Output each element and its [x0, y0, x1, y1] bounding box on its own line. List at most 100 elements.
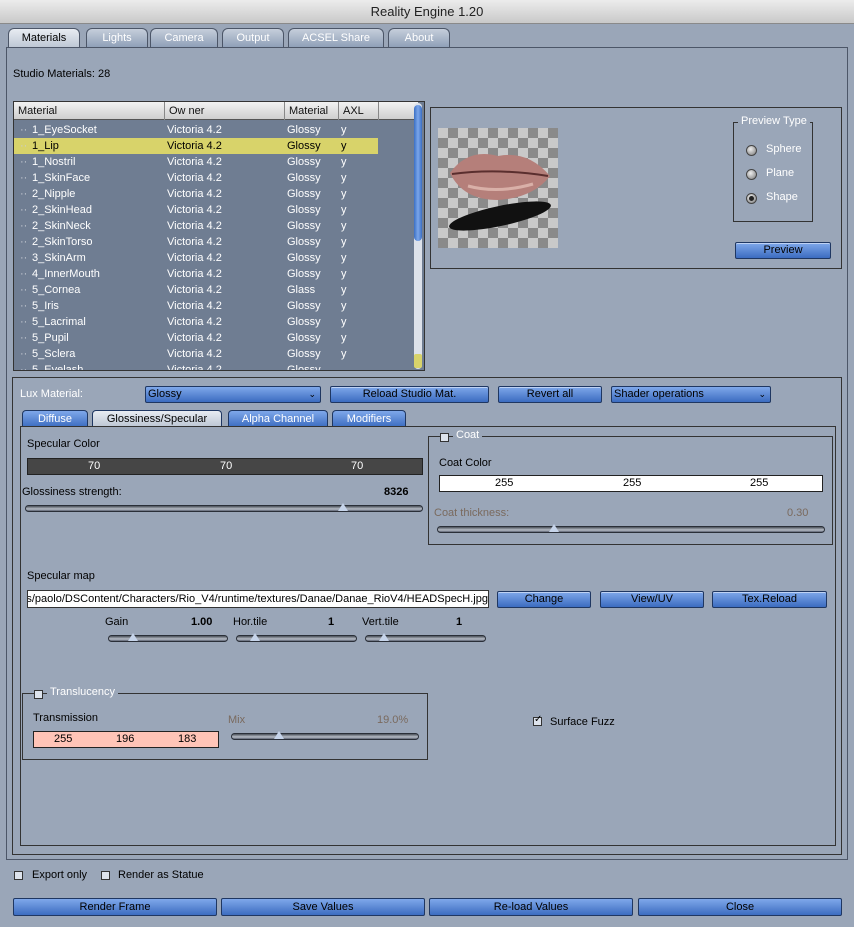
- slider-knob[interactable]: [337, 503, 348, 511]
- transmission-color-field[interactable]: 255 196 183: [33, 731, 219, 748]
- scroll-thumb[interactable]: [414, 105, 422, 241]
- vert-tile-slider[interactable]: [365, 633, 486, 642]
- coat-label: Coat: [453, 429, 483, 441]
- specular-color-field[interactable]: 70 70 70: [27, 458, 423, 475]
- slider-knob[interactable]: [273, 731, 284, 739]
- specular-g: 70: [220, 460, 233, 472]
- cell-axl: y: [341, 252, 347, 264]
- scroll-down-arrow[interactable]: [414, 354, 422, 368]
- subtab-alpha-channel[interactable]: Alpha Channel: [228, 410, 328, 427]
- tab-lights[interactable]: Lights: [86, 28, 148, 47]
- tree-connector: ··: [20, 156, 28, 168]
- transmission-g: 196: [116, 733, 135, 745]
- table-row[interactable]: ·· 1_SkinFace Victoria 4.2 Glossy y: [14, 170, 378, 186]
- cell-owner: Victoria 4.2: [167, 268, 222, 280]
- table-row[interactable]: ·· 1_Lip Victoria 4.2 Glossy y: [14, 138, 378, 154]
- close-button[interactable]: Close: [638, 898, 842, 916]
- specular-map-path[interactable]: ers/paolo/DSContent/Characters/Rio_V4/ru…: [27, 590, 489, 608]
- table-row[interactable]: ·· 5_Sclera Victoria 4.2 Glossy y: [14, 346, 378, 362]
- cell-type: Glossy: [287, 220, 321, 232]
- col-material-type[interactable]: Material: [285, 102, 339, 120]
- table-row[interactable]: ·· 1_EyeSocket Victoria 4.2 Glossy y: [14, 122, 378, 138]
- coat-thickness-slider[interactable]: [437, 524, 825, 533]
- cell-name: 5_Cornea: [32, 284, 81, 296]
- mix-value: 19.0%: [377, 714, 409, 726]
- tree-connector: ··: [20, 188, 28, 200]
- table-row[interactable]: ·· 5_Cornea Victoria 4.2 Glass y: [14, 282, 378, 298]
- preview-button[interactable]: Preview: [735, 242, 831, 259]
- table-row[interactable]: ·· 3_SkinArm Victoria 4.2 Glossy y: [14, 250, 378, 266]
- coat-g: 255: [623, 477, 642, 489]
- radio-plane[interactable]: [746, 169, 757, 180]
- gain-slider[interactable]: [108, 633, 228, 642]
- render-frame-button[interactable]: Render Frame: [13, 898, 217, 916]
- coat-color-field[interactable]: 255 255 255: [439, 475, 823, 492]
- hor-tile-slider[interactable]: [236, 633, 357, 642]
- table-row[interactable]: ·· 5_Eyelash Victoria 4.2 Glossy: [14, 362, 378, 371]
- cell-axl: y: [341, 124, 347, 136]
- col-material[interactable]: Material: [14, 102, 165, 120]
- window-title: Reality Engine 1.20: [0, 0, 854, 24]
- mix-slider[interactable]: [231, 731, 419, 740]
- radio-shape[interactable]: [746, 193, 757, 204]
- table-row[interactable]: ·· 1_Nostril Victoria 4.2 Glossy y: [14, 154, 378, 170]
- cell-owner: Victoria 4.2: [167, 220, 222, 232]
- export-only-label: Export only: [32, 869, 88, 881]
- translucency-checkbox[interactable]: [34, 690, 43, 699]
- slider-knob[interactable]: [249, 633, 260, 641]
- tab-output[interactable]: Output: [222, 28, 284, 47]
- table-row[interactable]: ·· 2_SkinTorso Victoria 4.2 Glossy y: [14, 234, 378, 250]
- specular-map-label: Specular map: [27, 570, 95, 582]
- cell-name: 5_Eyelash: [32, 364, 84, 371]
- cell-type: Glossy: [287, 156, 321, 168]
- specular-color-label: Specular Color: [27, 438, 100, 450]
- table-row[interactable]: ·· 5_Iris Victoria 4.2 Glossy y: [14, 298, 378, 314]
- render-as-statue-checkbox[interactable]: [101, 871, 110, 880]
- table-row[interactable]: ·· 2_SkinHead Victoria 4.2 Glossy y: [14, 202, 378, 218]
- cell-axl: y: [341, 300, 347, 312]
- subtab-modifiers[interactable]: Modifiers: [332, 410, 406, 427]
- export-only-checkbox[interactable]: [14, 871, 23, 880]
- change-map-button[interactable]: Change: [497, 591, 591, 608]
- tab-acsel-share[interactable]: ACSEL Share: [288, 28, 384, 47]
- slider-knob[interactable]: [127, 633, 138, 641]
- tree-connector: ··: [20, 252, 28, 264]
- tex-reload-button[interactable]: Tex.Reload: [712, 591, 827, 608]
- tab-materials[interactable]: Materials: [8, 28, 80, 48]
- col-owner[interactable]: Ow ner: [165, 102, 285, 120]
- translucency-group: Translucency Transmission 255 196 183 Mi…: [22, 686, 428, 760]
- cell-type: Glossy: [287, 236, 321, 248]
- slider-knob[interactable]: [378, 633, 389, 641]
- view-uv-button[interactable]: View/UV: [600, 591, 704, 608]
- list-scrollbar[interactable]: [414, 103, 422, 369]
- subtab-diffuse[interactable]: Diffuse: [22, 410, 88, 427]
- cell-axl: y: [341, 140, 347, 152]
- surface-fuzz-checkbox[interactable]: [533, 714, 542, 726]
- material-list[interactable]: Material Ow ner Material AXL ·· 1_EyeSoc…: [13, 101, 425, 371]
- table-row[interactable]: ·· 5_Lacrimal Victoria 4.2 Glossy y: [14, 314, 378, 330]
- table-row[interactable]: ·· 2_SkinNeck Victoria 4.2 Glossy y: [14, 218, 378, 234]
- col-axl[interactable]: AXL: [339, 102, 379, 120]
- reload-values-button[interactable]: Re-load Values: [429, 898, 633, 916]
- table-row[interactable]: ·· 5_Pupil Victoria 4.2 Glossy y: [14, 330, 378, 346]
- cell-owner: Victoria 4.2: [167, 316, 222, 328]
- subtab-glossiness-specular[interactable]: Glossiness/Specular: [92, 410, 222, 427]
- coat-checkbox[interactable]: [440, 433, 449, 442]
- cell-name: 5_Iris: [32, 300, 59, 312]
- cell-owner: Victoria 4.2: [167, 284, 222, 296]
- glossiness-slider[interactable]: [25, 503, 423, 512]
- radio-sphere[interactable]: [746, 145, 757, 156]
- table-row[interactable]: ·· 4_InnerMouth Victoria 4.2 Glossy y: [14, 266, 378, 282]
- tree-connector: ··: [20, 236, 28, 248]
- cell-owner: Victoria 4.2: [167, 364, 222, 371]
- coat-thickness-value: 0.30: [787, 507, 809, 519]
- table-row[interactable]: ·· 2_Nipple Victoria 4.2 Glossy y: [14, 186, 378, 202]
- slider-knob[interactable]: [548, 524, 559, 532]
- save-values-button[interactable]: Save Values: [221, 898, 425, 916]
- cell-type: Glass: [287, 284, 316, 296]
- cell-owner: Victoria 4.2: [167, 252, 222, 264]
- tab-camera[interactable]: Camera: [150, 28, 218, 47]
- glossiness-strength-value: 8326: [384, 486, 409, 498]
- render-as-statue-label: Render as Statue: [118, 869, 204, 881]
- tab-about[interactable]: About: [388, 28, 450, 47]
